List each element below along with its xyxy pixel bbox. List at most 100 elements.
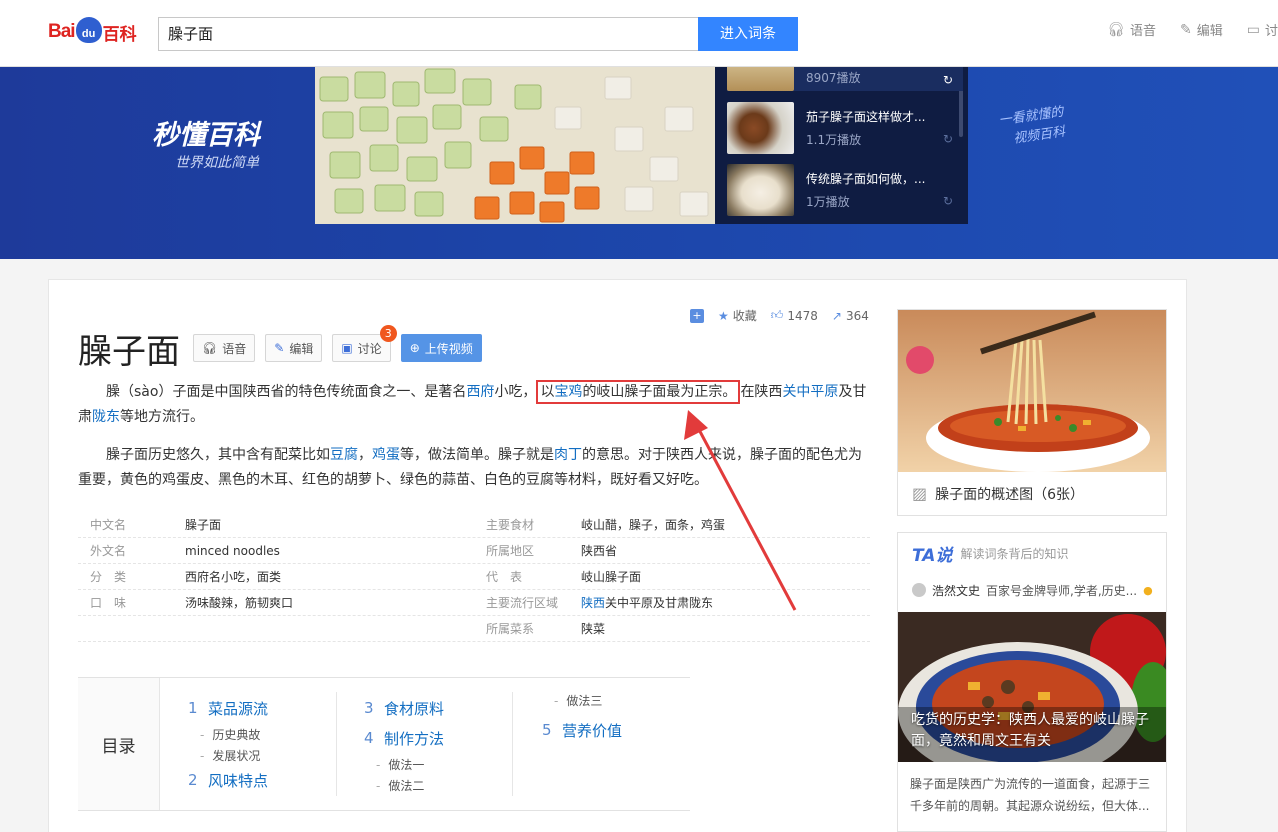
text: ， — [358, 447, 372, 463]
video-plays: 1.1万播放 — [806, 133, 862, 147]
info-key: 分 类 — [90, 570, 127, 584]
link-doufu[interactable]: 豆腐 — [330, 447, 358, 463]
edit-button[interactable]: ✎ 编辑 — [265, 334, 323, 362]
banner-slogan: 世界如此简单 — [175, 155, 259, 171]
text: 的岐山臊子面最为正宗。 — [582, 384, 737, 400]
logo-text-bai: Bai — [48, 21, 76, 42]
comment-icon: ▣ — [341, 341, 353, 355]
upload-video-button[interactable]: ⊕ 上传视频 — [400, 334, 482, 362]
info-key: 所属地区 — [486, 544, 535, 558]
discuss-badge: 3 — [379, 325, 397, 342]
toc-section-3[interactable]: 3 食材原料 — [364, 694, 444, 722]
miaodong-logo[interactable]: 秒懂百科 — [152, 113, 260, 152]
entry-stats: + ★ 收藏 👍︎ 1478 ↗ 364 — [690, 307, 869, 324]
overview-album[interactable]: ▨ 臊子面的概述图（6张） — [897, 309, 1167, 516]
discuss-button[interactable]: ▣ 讨论 3 — [332, 325, 397, 362]
verified-badge-icon: ● — [1143, 583, 1153, 597]
collect-button[interactable]: ★ 收藏 — [718, 307, 757, 324]
info-key: 代 表 — [486, 570, 523, 584]
video-banner: 秒懂百科 世界如此简单 一看就懂的 视频百科 8907播放 ↻ 茄子臊子面这样做… — [0, 67, 1278, 259]
pencil-icon: ✎ — [1180, 21, 1192, 38]
top-voice-button[interactable]: 🎧︎ 语音 — [1107, 20, 1156, 40]
baidu-baike-logo[interactable]: Bai du 百科 — [48, 14, 137, 50]
ta-article-image[interactable]: 吃货的历史学：陕西人最爱的岐山臊子面，竟然和周文王有关 — [898, 612, 1166, 762]
toc-number: 4 — [364, 729, 374, 747]
share-button[interactable]: ↗ 364 — [832, 309, 869, 323]
toc-section-2[interactable]: 2 风味特点 — [188, 766, 268, 794]
ta-tagline: 解读词条背后的知识 — [960, 546, 1069, 561]
text: 以 — [540, 384, 555, 400]
toc-number: 1 — [188, 699, 198, 717]
video-plays: 1万播放 — [806, 195, 850, 209]
link-longdong[interactable]: 陇东 — [92, 409, 120, 425]
search-input[interactable]: 臊子面 — [158, 17, 699, 51]
gallery-icon: ▨ — [912, 484, 928, 503]
top-discuss-button[interactable]: ▭ 讨 — [1247, 20, 1278, 40]
ta-author-name: 浩然文史 — [932, 583, 981, 598]
toc-subitem[interactable]: 做法二 — [364, 775, 444, 796]
link-guanzhong[interactable]: 关中平原 — [782, 384, 838, 400]
video-title: 茄子臊子面这样做才... — [806, 110, 926, 124]
toc-subitem[interactable]: 历史典故 — [188, 724, 268, 745]
highlight-box: 以宝鸡的岐山臊子面最为正宗。 — [536, 380, 741, 404]
toc-section-5[interactable]: 5 营养价值 — [542, 716, 622, 744]
plus-circle-icon: ⊕ — [409, 341, 420, 355]
summary-paragraph-1: 臊（sào）子面是中国陕西省的特色传统面食之一、是著名西府小吃， 以宝鸡的岐山臊子… — [78, 380, 870, 430]
headphone-icon: 🎧︎ — [202, 341, 218, 355]
ta-author-row[interactable]: 浩然文史 百家号金牌导师,学者,历史... ● — [898, 573, 1166, 607]
share-icon: ↗ — [831, 308, 842, 323]
text: 臊（sào）子面是中国陕西省的特色传统面食之一、是著名 — [106, 384, 467, 400]
toc-number: 5 — [542, 721, 552, 739]
toc-subitem[interactable]: 做法三 — [542, 690, 622, 711]
like-button[interactable]: 👍︎ 1478 — [771, 308, 818, 323]
add-icon[interactable]: + — [690, 308, 704, 323]
link-baoji[interactable]: 宝鸡 — [554, 384, 582, 400]
pencil-icon: ✎ — [274, 341, 285, 355]
toc-section-1[interactable]: 1 菜品源流 — [188, 694, 268, 722]
star-icon: ★ — [718, 308, 729, 323]
voice-label: 语音 — [222, 341, 247, 356]
toc-section-4[interactable]: 4 制作方法 — [364, 724, 444, 752]
edit-label: 编辑 — [289, 341, 314, 356]
top-edit-button[interactable]: ✎ 编辑 — [1180, 20, 1223, 40]
toc-title: 食材原料 — [384, 699, 445, 718]
paw-icon: du — [75, 17, 102, 43]
link-shaanxi[interactable]: 陕西 — [581, 596, 605, 610]
video-item[interactable]: 茄子臊子面这样做才... 1.1万播放 ↻ — [727, 102, 963, 154]
top-edit-label: 编辑 — [1196, 24, 1223, 39]
toc-column: 3 食材原料 4 制作方法 做法一 做法二 — [364, 694, 444, 796]
link-jidan[interactable]: 鸡蛋 — [372, 447, 400, 463]
toc-column: 做法三 5 营养价值 — [542, 690, 622, 746]
title-buttons: 🎧︎ 语音 ✎ 编辑 ▣ 讨论 3 ⊕ 上传视频 — [193, 325, 482, 362]
info-key: 主要流行区域 — [486, 596, 559, 610]
link-rouding[interactable]: 肉丁 — [554, 447, 582, 463]
video-thumbnail — [727, 164, 794, 216]
voice-button[interactable]: 🎧︎ 语音 — [193, 334, 256, 362]
video-title: 传统臊子面如何做，... — [806, 172, 926, 186]
info-value: minced noodles — [185, 543, 280, 558]
toc-title: 菜品源流 — [208, 699, 269, 718]
top-actions: 🎧︎ 语音 ✎ 编辑 ▭ 讨 — [1107, 20, 1278, 40]
toc-column: 1 菜品源流 历史典故 发展状况 2 风味特点 — [188, 694, 268, 796]
table-row: 外文名 minced noodles 所属地区 陕西省 — [78, 538, 870, 564]
toc-subitem[interactable]: 做法一 — [364, 754, 444, 775]
info-key: 主要食材 — [486, 518, 535, 532]
toc-number: 2 — [188, 771, 198, 789]
replay-icon: ↻ — [942, 132, 953, 146]
toc-title: 制作方法 — [384, 729, 445, 748]
text: 等地方流行。 — [120, 409, 204, 425]
thumbs-up-icon: 👍︎ — [770, 308, 784, 322]
link-xifu[interactable]: 西府 — [466, 384, 494, 400]
text: 小吃， — [494, 384, 537, 400]
video-player[interactable] — [315, 67, 715, 224]
video-item[interactable]: 传统臊子面如何做，... 1万播放 ↻ — [727, 164, 963, 216]
ta-article-desc: 臊子面是陕西广为流传的一道面食，起源于三千多年前的周朝。其起源众说纷纭，但大体.… — [910, 777, 1151, 813]
enter-entry-button[interactable]: 进入词条 — [698, 17, 798, 51]
replay-icon: ↻ — [942, 73, 953, 87]
ta-author-desc: 百家号金牌导师,学者,历史... — [986, 583, 1138, 598]
video-thumbnail — [727, 102, 794, 154]
toc-subitem[interactable]: 发展状况 — [188, 745, 268, 766]
text: 在陕西 — [740, 384, 783, 400]
video-item[interactable]: 8907播放 ↻ — [727, 67, 963, 91]
ta-article-title[interactable]: 吃货的历史学：陕西人最爱的岐山臊子面，竟然和周文王有关 — [911, 710, 1161, 752]
